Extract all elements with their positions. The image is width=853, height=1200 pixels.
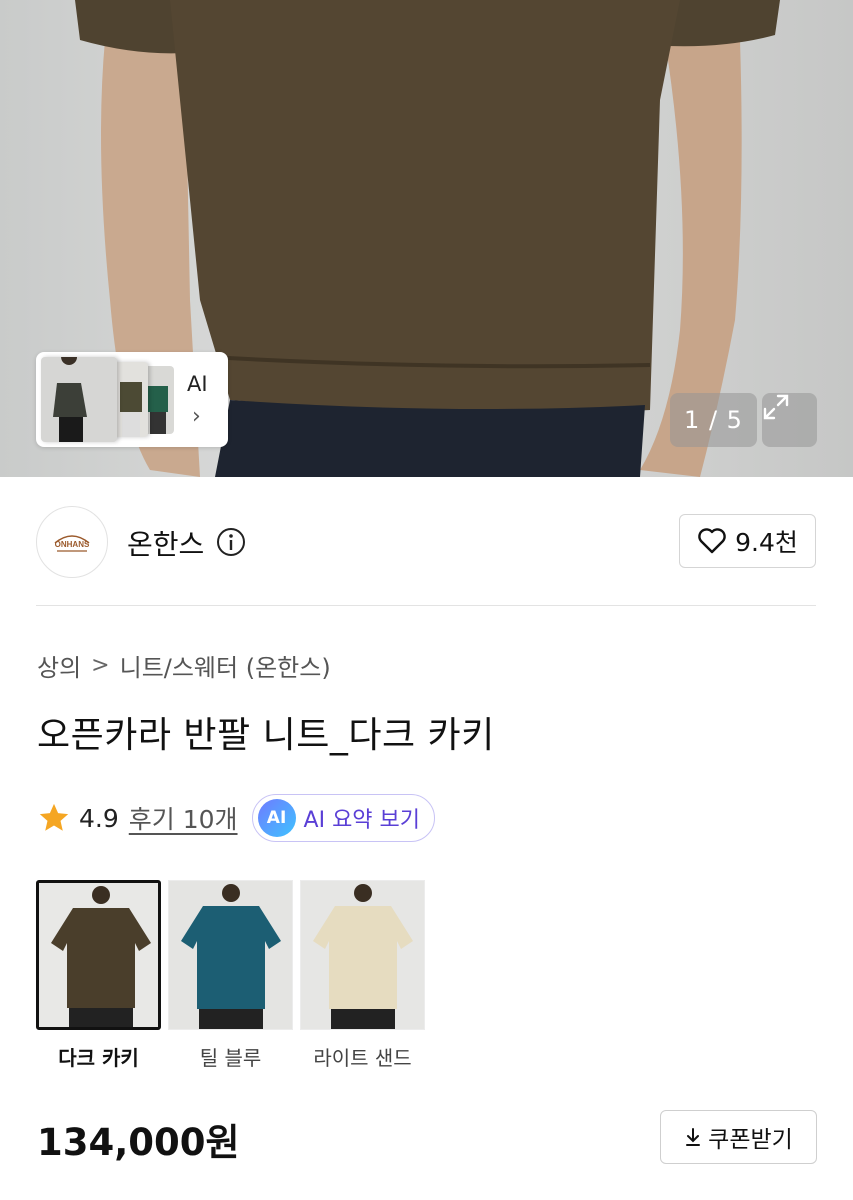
color-thumbnail (168, 880, 293, 1030)
breadcrumb: 상의 > 니트/스웨터 (온한스) (37, 648, 331, 683)
color-label: 라이트 샌드 (313, 1046, 412, 1070)
color-option-teal-blue[interactable]: 틸 블루 (168, 880, 293, 1071)
coupon-button[interactable]: 쿠폰받기 (660, 1110, 817, 1164)
review-link[interactable]: 후기 10개 (129, 800, 238, 836)
download-icon (686, 1128, 701, 1146)
chevron-right-icon: > (91, 653, 110, 678)
breadcrumb-category[interactable]: 상의 (37, 648, 81, 683)
ai-summary-button[interactable]: AI AI 요약 보기 (251, 794, 436, 842)
image-counter: 1 / 5 (670, 393, 757, 447)
color-option-light-sand[interactable]: 라이트 샌드 (300, 880, 425, 1071)
heart-icon (698, 528, 726, 554)
brand-logo[interactable]: ONHANS (36, 506, 108, 578)
star-icon (39, 803, 69, 831)
ai-label: AI (187, 372, 208, 396)
ai-style-thumbnails[interactable]: AI › (36, 352, 228, 447)
thumbnail-dark-khaki (41, 357, 117, 442)
expand-icon (763, 394, 789, 420)
color-option-dark-khaki[interactable]: 다크 카키 (36, 880, 161, 1071)
svg-text:ONHANS: ONHANS (55, 540, 90, 549)
color-thumbnail (36, 880, 161, 1030)
color-label: 다크 카키 (58, 1046, 139, 1070)
onhans-logo: ONHANS (54, 535, 90, 552)
color-options: 다크 카키 틸 블루 라이트 샌드 (36, 880, 425, 1071)
like-button[interactable]: 9.4천 (679, 514, 816, 568)
rating-row: 4.9 후기 10개 AI AI 요약 보기 (37, 794, 436, 842)
ai-icon: AI (257, 799, 296, 837)
rating-value: 4.9 (79, 803, 119, 833)
brand-name[interactable]: 온한스 (127, 523, 204, 563)
product-image[interactable]: AI › 1 / 5 (0, 0, 853, 477)
ai-summary-label: AI 요약 보기 (303, 808, 421, 833)
color-thumbnail (300, 880, 425, 1030)
expand-button[interactable] (762, 393, 817, 447)
chevron-right-icon: › (192, 404, 201, 429)
info-icon[interactable] (216, 527, 246, 557)
breadcrumb-subcategory[interactable]: 니트/스웨터 (온한스) (120, 648, 331, 683)
color-label: 틸 블루 (199, 1046, 262, 1070)
divider (36, 605, 816, 606)
like-count: 9.4천 (735, 528, 798, 557)
product-title: 오픈카라 반팔 니트_다크 카키 (37, 715, 495, 756)
product-price: 134,000원 (37, 1121, 240, 1164)
coupon-label: 쿠폰받기 (708, 1127, 793, 1153)
